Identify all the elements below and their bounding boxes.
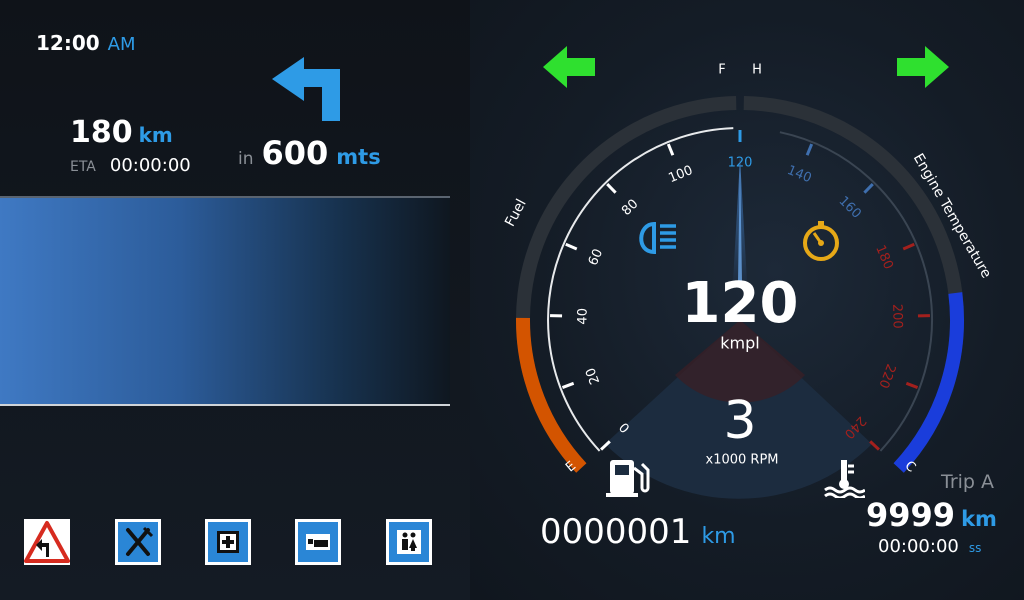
speed-tick [561,381,575,389]
speed-tick [869,440,880,451]
odometer: 0000001 km [540,512,736,552]
trip-label[interactable]: Trip A [941,471,994,493]
turn-distance: in 600 mts [238,134,381,172]
speed-tick [805,143,814,156]
remaining-distance: 180 km [70,115,173,150]
speed-tick [606,183,617,194]
speed-tick-label: 80 [619,197,641,219]
fuel-full-marker: F [718,63,725,78]
restroom-icon[interactable] [386,519,432,565]
eta: ETA 00:00:00 [70,155,191,176]
speed-tick [666,143,675,156]
turn-distance-value: 600 [261,134,329,172]
speed-tick [565,242,578,251]
trip-distance-unit: km [961,507,997,531]
hospital-icon[interactable] [205,519,251,565]
speed-tick [902,242,915,251]
speed-tick-label: 60 [586,247,606,268]
speed-tick-label: 20 [583,365,603,386]
temp-gauge-fill [893,292,964,473]
turn-left-arrow-icon [272,57,340,121]
clock-time: 12:00 [36,31,100,55]
remaining-distance-value: 180 [70,115,133,150]
fuel-gauge-fill [515,317,587,473]
speed-tick-label: 40 [575,308,590,325]
speed-value: 120 [682,271,799,336]
fuel-pump-icon [606,460,650,497]
clock-ampm: AM [107,34,136,55]
left-turn-signal-icon [543,46,595,88]
trip-distance-value: 9999 [866,496,956,534]
odometer-unit: km [701,524,736,549]
fuel-label: Fuel [502,197,530,230]
cruise-control-icon [803,221,839,261]
right-turn-signal-icon [897,46,949,88]
trip-distance: 9999 km [866,496,997,534]
speed-tick-label: 220 [875,362,898,391]
turn-prefix: in [238,149,254,169]
hotel-bed-icon[interactable] [295,519,341,565]
speed-tick-label: 100 [666,163,695,186]
speed-tick [905,381,919,389]
speed-tick-label: 140 [785,163,814,186]
speed-unit: kmpl [720,334,759,353]
speed-tick-label: 180 [872,243,896,272]
high-beam-icon [639,221,676,255]
restaurant-icon[interactable] [115,519,161,565]
speed-tick [863,183,874,194]
coolant-temperature-icon [824,460,865,498]
trip-time-unit: ss [968,541,982,555]
temp-hot-marker: H [752,63,762,78]
trip-time: 00:00:00 ss [878,536,981,557]
clock: 12:00 AM [36,31,136,55]
eta-label: ETA [70,159,96,175]
sharp-turn-left-warning-icon[interactable] [24,519,70,565]
speed-tick-label: 200 [889,304,905,329]
remaining-distance-unit: km [138,123,173,147]
odometer-value: 0000001 [540,512,692,552]
eta-time: 00:00:00 [109,155,191,176]
rpm-unit: x1000 RPM [706,453,779,468]
trip-time-value: 00:00:00 [878,536,959,557]
rpm-value: 3 [723,391,756,451]
map-view[interactable] [0,196,450,406]
turn-distance-unit: mts [336,145,381,169]
